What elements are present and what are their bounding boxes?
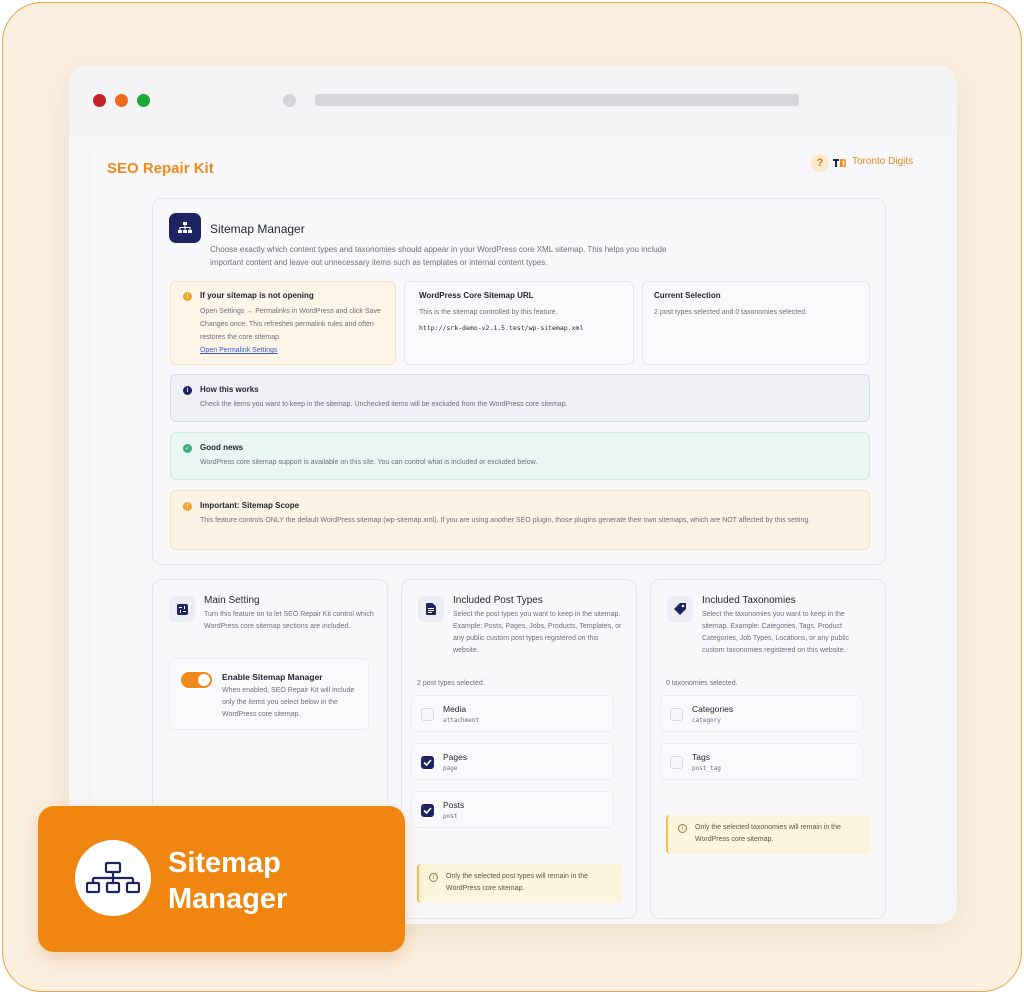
main-setting-title: Main Setting	[204, 595, 260, 606]
how-title: How this works	[200, 385, 259, 394]
tags-checkbox[interactable]	[670, 756, 683, 769]
media-label: Media	[443, 704, 467, 714]
posts-slug: post	[443, 813, 458, 820]
browser-toolbar	[69, 66, 957, 134]
included-post-types-card: Included Post Types Select the post type…	[401, 579, 637, 919]
pages-slug: page	[443, 765, 458, 772]
post-types-count: 2 post types selected.	[417, 680, 485, 687]
minimize-window-dot[interactable]	[115, 94, 128, 107]
check-circle-icon: ✓	[183, 444, 192, 453]
core-url-text: This is the sitemap controlled by this f…	[419, 309, 558, 316]
pages-label: Pages	[443, 752, 468, 762]
help-icon[interactable]: ?	[811, 154, 829, 172]
sitemap-icon	[75, 840, 151, 916]
post-type-row-pages[interactable]: Pages page	[411, 743, 614, 780]
good-news-text: WordPress core sitemap support is availa…	[200, 459, 538, 466]
taxonomies-count: 0 taxonomies selected.	[666, 680, 738, 687]
main-setting-description: Turn this feature on to let SEO Repair K…	[204, 611, 374, 630]
post-types-title: Included Post Types	[453, 595, 543, 606]
taxonomies-description: Select the taxonomies you want to keep i…	[702, 611, 849, 654]
document-icon	[418, 596, 444, 622]
tags-slug: post_tag	[692, 765, 721, 772]
categories-slug: category	[692, 717, 721, 724]
brand-name[interactable]: Toronto Digits	[852, 156, 913, 167]
notice-text: Open Settings → Permalinks in WordPress …	[200, 308, 381, 341]
settings-icon	[169, 596, 195, 622]
current-selection-box: Current Selection 2 post types selected …	[642, 281, 870, 365]
taxonomy-row-tags[interactable]: Tags post_tag	[660, 743, 863, 780]
toggle-knob	[198, 674, 210, 686]
post-types-description: Select the post types you want to keep i…	[453, 611, 622, 654]
open-permalink-settings-link[interactable]: Open Permalink Settings	[200, 344, 277, 357]
post-type-row-media[interactable]: Media attachment	[411, 695, 614, 732]
info-icon: i	[183, 386, 192, 395]
feature-badge: Sitemap Manager	[38, 806, 405, 952]
posts-checkbox[interactable]	[421, 804, 434, 817]
warning-icon: !	[183, 292, 192, 301]
current-selection-title: Current Selection	[654, 291, 721, 300]
toggle-title: Enable Sitemap Manager	[222, 672, 323, 682]
core-url-title: WordPress Core Sitemap URL	[419, 291, 534, 300]
browser-window: SEO Repair Kit ? Toronto Digits Sitemap …	[69, 66, 957, 924]
how-this-works-notice: i How this works Check the items you wan…	[170, 374, 870, 422]
tag-icon	[667, 596, 693, 622]
pages-checkbox[interactable]	[421, 756, 434, 769]
reload-icon[interactable]	[283, 94, 296, 107]
taxonomies-note-text: Only the selected taxonomies will remain…	[695, 824, 841, 843]
enable-sitemap-manager-row: Enable Sitemap Manager When enabled, SEO…	[169, 658, 369, 730]
core-sitemap-url[interactable]: http://srk-demo-v2.1.5.test/wp-sitemap.x…	[419, 322, 583, 335]
taxonomy-row-categories[interactable]: Categories category	[660, 695, 863, 732]
app-title: SEO Repair Kit	[107, 160, 214, 177]
brand-logo-icon	[833, 159, 846, 167]
scope-text: This feature controls ONLY the default W…	[200, 517, 811, 524]
badge-title: Sitemap Manager	[168, 847, 288, 915]
sitemap-scope-notice: ! Important: Sitemap Scope This feature …	[170, 490, 870, 550]
categories-label: Categories	[692, 704, 734, 714]
taxonomies-note: i Only the selected taxonomies will rema…	[666, 815, 871, 854]
core-sitemap-url-box: WordPress Core Sitemap URL This is the s…	[404, 281, 634, 365]
post-type-row-posts[interactable]: Posts post	[411, 791, 614, 828]
enable-sitemap-manager-toggle[interactable]	[181, 672, 212, 688]
posts-label: Posts	[443, 800, 465, 810]
good-news-notice: ✓ Good news WordPress core sitemap suppo…	[170, 432, 870, 480]
categories-checkbox[interactable]	[670, 708, 683, 721]
address-bar[interactable]	[315, 94, 799, 106]
good-news-title: Good news	[200, 443, 244, 452]
info-icon: i	[429, 873, 438, 882]
sitemap-not-opening-notice: ! If your sitemap is not opening Open Se…	[170, 281, 396, 365]
current-selection-text: 2 post types selected and 0 taxonomies s…	[654, 309, 807, 316]
maximize-window-dot[interactable]	[137, 94, 150, 107]
info-icon: i	[678, 824, 687, 833]
warning-icon: !	[183, 502, 192, 511]
feature-title: Sitemap Manager	[210, 222, 305, 236]
close-window-dot[interactable]	[93, 94, 106, 107]
media-slug: attachment	[443, 717, 480, 724]
post-types-note-text: Only the selected post types will remain…	[446, 873, 589, 892]
how-text: Check the items you want to keep in the …	[200, 401, 568, 408]
app-header: SEO Repair Kit ? Toronto Digits	[91, 150, 935, 190]
toggle-description: When enabled, SEO Repair Kit will includ…	[222, 687, 355, 718]
notice-title: If your sitemap is not opening	[200, 291, 314, 300]
feature-description: Choose exactly which content types and t…	[210, 245, 667, 267]
post-types-note: i Only the selected post types will rema…	[417, 864, 622, 903]
taxonomies-title: Included Taxonomies	[702, 595, 796, 606]
media-checkbox[interactable]	[421, 708, 434, 721]
sitemap-manager-card: Sitemap Manager Choose exactly which con…	[152, 198, 886, 565]
included-taxonomies-card: Included Taxonomies Select the taxonomie…	[650, 579, 886, 919]
scope-title: Important: Sitemap Scope	[200, 501, 300, 510]
sitemap-icon	[169, 213, 201, 243]
tags-label: Tags	[692, 752, 710, 762]
